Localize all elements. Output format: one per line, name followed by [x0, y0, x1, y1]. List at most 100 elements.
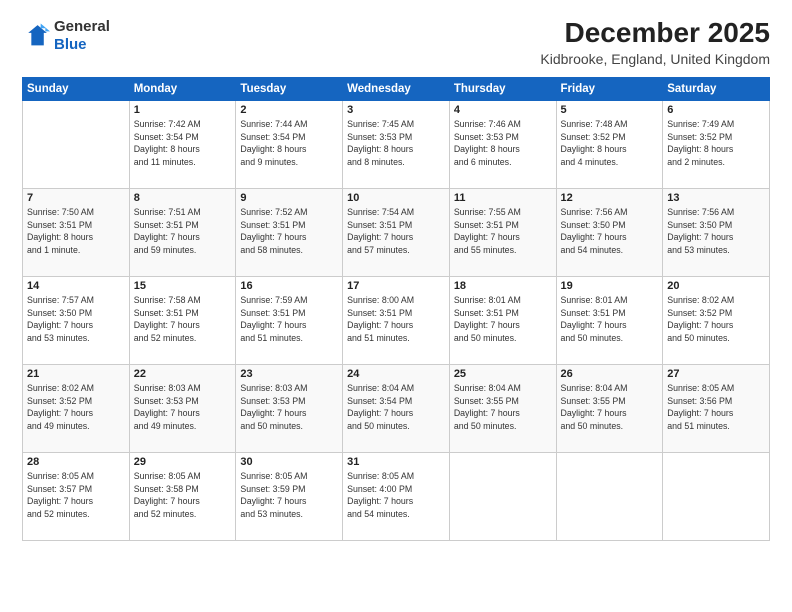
logo: General Blue: [22, 18, 110, 54]
day-cell: 16 Sunrise: 7:59 AM Sunset: 3:51 PM Dayli…: [236, 276, 343, 364]
day-info: Sunrise: 8:05 AM Sunset: 3:57 PM Dayligh…: [27, 470, 125, 521]
day-info: Sunrise: 7:59 AM Sunset: 3:51 PM Dayligh…: [240, 294, 338, 345]
header-cell-thursday: Thursday: [449, 77, 556, 100]
day-number: 29: [134, 456, 232, 468]
header-cell-saturday: Saturday: [663, 77, 770, 100]
logo-blue: Blue: [54, 36, 110, 54]
day-info: Sunrise: 7:54 AM Sunset: 3:51 PM Dayligh…: [347, 206, 445, 257]
day-number: 2: [240, 104, 338, 116]
header-row: SundayMondayTuesdayWednesdayThursdayFrid…: [23, 77, 770, 100]
day-cell: 5Sunrise: 7:48 AM Sunset: 3:52 PM Daylig…: [556, 100, 663, 188]
day-number: 12: [561, 192, 659, 204]
day-cell: 21Sunrise: 8:02 AM Sunset: 3:52 PM Dayli…: [23, 364, 130, 452]
day-number: 10: [347, 192, 445, 204]
day-number: 24: [347, 368, 445, 380]
day-info: Sunrise: 7:56 AM Sunset: 3:50 PM Dayligh…: [667, 206, 765, 257]
day-info: Sunrise: 7:56 AM Sunset: 3:50 PM Dayligh…: [561, 206, 659, 257]
day-number: 16: [240, 280, 338, 292]
day-number: 31: [347, 456, 445, 468]
day-number: 14: [27, 280, 125, 292]
day-info: Sunrise: 7:44 AM Sunset: 3:54 PM Dayligh…: [240, 118, 338, 169]
day-cell: 13 Sunrise: 7:56 AM Sunset: 3:50 PM Dayli…: [663, 188, 770, 276]
day-number: 28: [27, 456, 125, 468]
header-cell-friday: Friday: [556, 77, 663, 100]
calendar-header: SundayMondayTuesdayWednesdayThursdayFrid…: [23, 77, 770, 100]
day-cell: 8Sunrise: 7:51 AM Sunset: 3:51 PM Daylig…: [129, 188, 236, 276]
day-number: 1: [134, 104, 232, 116]
day-number: 25: [454, 368, 552, 380]
logo-general: General: [54, 18, 110, 36]
day-info: Sunrise: 8:05 AM Sunset: 4:00 PM Dayligh…: [347, 470, 445, 521]
day-cell: 6 Sunrise: 7:49 AM Sunset: 3:52 PM Daylig…: [663, 100, 770, 188]
day-cell: 26 Sunrise: 8:04 AM Sunset: 3:55 PM Dayli…: [556, 364, 663, 452]
day-cell: 25 Sunrise: 8:04 AM Sunset: 3:55 PM Dayli…: [449, 364, 556, 452]
day-info: Sunrise: 8:01 AM Sunset: 3:51 PM Dayligh…: [561, 294, 659, 345]
day-number: 4: [454, 104, 552, 116]
day-info: Sunrise: 7:48 AM Sunset: 3:52 PM Dayligh…: [561, 118, 659, 169]
week-row-2: 7Sunrise: 7:50 AM Sunset: 3:51 PM Daylig…: [23, 188, 770, 276]
day-info: Sunrise: 7:46 AM Sunset: 3:53 PM Dayligh…: [454, 118, 552, 169]
day-cell: 15 Sunrise: 7:58 AM Sunset: 3:51 PM Dayli…: [129, 276, 236, 364]
day-info: Sunrise: 8:05 AM Sunset: 3:58 PM Dayligh…: [134, 470, 232, 521]
day-cell: [449, 452, 556, 540]
day-number: 11: [454, 192, 552, 204]
header: General Blue December 2025 Kidbrooke, En…: [22, 18, 770, 67]
day-info: Sunrise: 8:00 AM Sunset: 3:51 PM Dayligh…: [347, 294, 445, 345]
week-row-3: 14Sunrise: 7:57 AM Sunset: 3:50 PM Dayli…: [23, 276, 770, 364]
title-block: December 2025 Kidbrooke, England, United…: [540, 18, 770, 67]
day-number: 8: [134, 192, 232, 204]
day-number: 27: [667, 368, 765, 380]
day-info: Sunrise: 8:03 AM Sunset: 3:53 PM Dayligh…: [134, 382, 232, 433]
day-cell: [23, 100, 130, 188]
day-cell: 27Sunrise: 8:05 AM Sunset: 3:56 PM Dayli…: [663, 364, 770, 452]
day-cell: 30 Sunrise: 8:05 AM Sunset: 3:59 PM Dayli…: [236, 452, 343, 540]
day-info: Sunrise: 7:58 AM Sunset: 3:51 PM Dayligh…: [134, 294, 232, 345]
day-number: 26: [561, 368, 659, 380]
day-number: 15: [134, 280, 232, 292]
day-cell: 7Sunrise: 7:50 AM Sunset: 3:51 PM Daylig…: [23, 188, 130, 276]
day-info: Sunrise: 8:04 AM Sunset: 3:55 PM Dayligh…: [561, 382, 659, 433]
week-row-5: 28 Sunrise: 8:05 AM Sunset: 3:57 PM Dayli…: [23, 452, 770, 540]
day-cell: 20Sunrise: 8:02 AM Sunset: 3:52 PM Dayli…: [663, 276, 770, 364]
day-info: Sunrise: 8:04 AM Sunset: 3:55 PM Dayligh…: [454, 382, 552, 433]
day-info: Sunrise: 7:45 AM Sunset: 3:53 PM Dayligh…: [347, 118, 445, 169]
day-cell: 10 Sunrise: 7:54 AM Sunset: 3:51 PM Dayli…: [343, 188, 450, 276]
day-cell: 14Sunrise: 7:57 AM Sunset: 3:50 PM Dayli…: [23, 276, 130, 364]
day-cell: 17 Sunrise: 8:00 AM Sunset: 3:51 PM Dayli…: [343, 276, 450, 364]
calendar-table: SundayMondayTuesdayWednesdayThursdayFrid…: [22, 77, 770, 541]
day-info: Sunrise: 7:52 AM Sunset: 3:51 PM Dayligh…: [240, 206, 338, 257]
month-title: December 2025: [540, 18, 770, 49]
day-cell: 11 Sunrise: 7:55 AM Sunset: 3:51 PM Dayli…: [449, 188, 556, 276]
header-cell-wednesday: Wednesday: [343, 77, 450, 100]
day-info: Sunrise: 7:55 AM Sunset: 3:51 PM Dayligh…: [454, 206, 552, 257]
day-number: 7: [27, 192, 125, 204]
day-cell: 1 Sunrise: 7:42 AM Sunset: 3:54 PM Daylig…: [129, 100, 236, 188]
page: General Blue December 2025 Kidbrooke, En…: [0, 0, 792, 612]
location: Kidbrooke, England, United Kingdom: [540, 51, 770, 67]
day-info: Sunrise: 8:04 AM Sunset: 3:54 PM Dayligh…: [347, 382, 445, 433]
day-cell: [556, 452, 663, 540]
day-info: Sunrise: 8:02 AM Sunset: 3:52 PM Dayligh…: [667, 294, 765, 345]
day-cell: 4 Sunrise: 7:46 AM Sunset: 3:53 PM Daylig…: [449, 100, 556, 188]
header-cell-tuesday: Tuesday: [236, 77, 343, 100]
day-number: 9: [240, 192, 338, 204]
day-number: 30: [240, 456, 338, 468]
week-row-4: 21Sunrise: 8:02 AM Sunset: 3:52 PM Dayli…: [23, 364, 770, 452]
day-cell: 24 Sunrise: 8:04 AM Sunset: 3:54 PM Dayli…: [343, 364, 450, 452]
day-number: 22: [134, 368, 232, 380]
day-number: 6: [667, 104, 765, 116]
day-number: 3: [347, 104, 445, 116]
week-row-1: 1 Sunrise: 7:42 AM Sunset: 3:54 PM Daylig…: [23, 100, 770, 188]
day-cell: 19 Sunrise: 8:01 AM Sunset: 3:51 PM Dayli…: [556, 276, 663, 364]
day-cell: 23Sunrise: 8:03 AM Sunset: 3:53 PM Dayli…: [236, 364, 343, 452]
day-cell: 2 Sunrise: 7:44 AM Sunset: 3:54 PM Daylig…: [236, 100, 343, 188]
day-number: 17: [347, 280, 445, 292]
day-number: 19: [561, 280, 659, 292]
day-cell: 18Sunrise: 8:01 AM Sunset: 3:51 PM Dayli…: [449, 276, 556, 364]
day-info: Sunrise: 7:49 AM Sunset: 3:52 PM Dayligh…: [667, 118, 765, 169]
day-info: Sunrise: 7:42 AM Sunset: 3:54 PM Dayligh…: [134, 118, 232, 169]
day-number: 13: [667, 192, 765, 204]
day-info: Sunrise: 8:05 AM Sunset: 3:59 PM Dayligh…: [240, 470, 338, 521]
day-number: 23: [240, 368, 338, 380]
logo-icon: [22, 22, 50, 50]
